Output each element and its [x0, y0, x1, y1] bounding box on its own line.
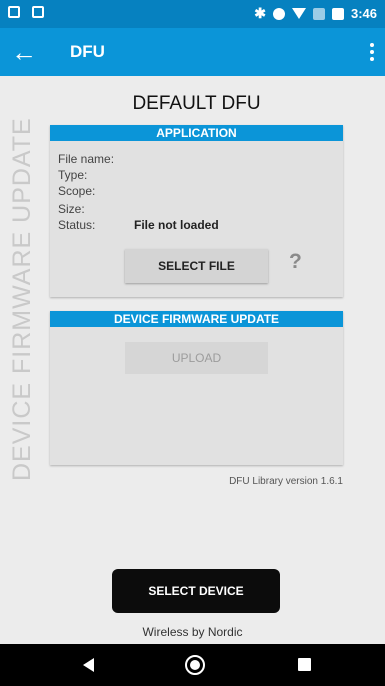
app-title: DFU	[70, 42, 105, 61]
overflow-menu-icon[interactable]	[369, 43, 375, 64]
type-label: Type:	[58, 168, 88, 182]
size-label: Size:	[58, 202, 85, 216]
wifi-icon	[291, 8, 306, 19]
battery-icon	[331, 7, 344, 20]
nav-back-icon[interactable]	[83, 658, 94, 672]
bluetooth-icon: ✱	[254, 5, 266, 21]
status-bar: ✱ 3:46	[0, 0, 385, 28]
size-row: Size:	[58, 202, 85, 216]
library-version: DFU Library version 1.6.1	[229, 476, 343, 487]
scope-row: Scope:	[58, 184, 95, 198]
dfu-panel: DEVICE FIRMWARE UPDATE UPLOAD	[50, 311, 343, 465]
notification-icon	[32, 6, 44, 18]
file-name-label: File name:	[58, 152, 115, 166]
back-arrow-icon[interactable]: ←	[10, 34, 38, 70]
app-bar: ← DFU	[0, 28, 385, 76]
footer-text: Wireless by Nordic	[142, 625, 243, 639]
help-icon[interactable]: ?	[289, 250, 302, 274]
select-device-button[interactable]: SELECT DEVICE	[112, 569, 280, 613]
page-title: DEFAULT DFU	[132, 93, 261, 114]
status-time: 3:46	[350, 6, 377, 21]
status-value: File not loaded	[134, 218, 219, 232]
type-row: Type:	[58, 168, 87, 182]
dfu-panel-header: DEVICE FIRMWARE UPDATE	[50, 311, 343, 327]
nav-home-icon[interactable]	[185, 655, 205, 675]
file-name-row: File name:	[58, 152, 114, 166]
status-label: Status:	[58, 218, 96, 232]
scope-label: Scope:	[58, 184, 96, 198]
application-panel: APPLICATION File name: Type: Scope: Size…	[50, 125, 343, 297]
signal-icon	[312, 7, 325, 20]
status-row: Status: File not loaded	[58, 218, 219, 232]
image-notification-icon	[8, 6, 20, 18]
nav-recents-icon[interactable]	[298, 658, 311, 671]
vertical-title: DEVICE FIRMWARE UPDATE	[8, 117, 36, 481]
upload-button[interactable]: UPLOAD	[125, 342, 268, 374]
navigation-bar	[0, 644, 385, 686]
select-file-button[interactable]: SELECT FILE	[125, 249, 268, 283]
dnd-icon	[272, 7, 285, 20]
application-panel-header: APPLICATION	[50, 125, 343, 141]
